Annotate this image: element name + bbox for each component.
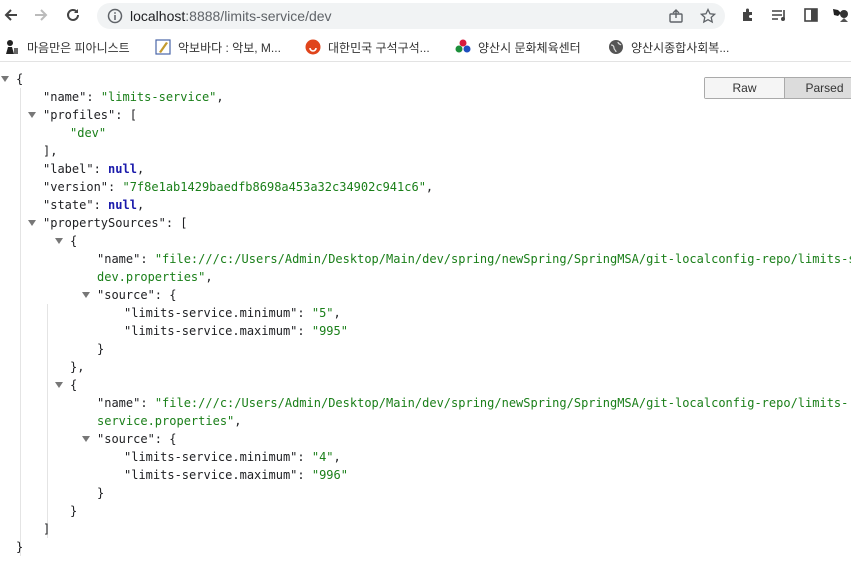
bookmark-label: 마음만은 피아니스트	[27, 40, 130, 55]
view-toggle: Raw Parsed	[704, 77, 851, 99]
info-icon[interactable]	[107, 8, 123, 24]
json-line-source: "source": {	[97, 432, 177, 446]
collapse-triangle-icon[interactable]	[55, 382, 63, 388]
collapse-triangle-icon[interactable]	[55, 238, 63, 244]
json-line-property-sources: "propertySources": [	[43, 216, 188, 230]
indent-guide	[20, 88, 21, 556]
json-line-maximum: "limits-service.maximum": "995"	[124, 324, 348, 338]
address-bar[interactable]: localhost:8888/limits-service/dev	[97, 3, 725, 29]
json-line-maximum: "limits-service.maximum": "996"	[124, 468, 348, 482]
json-line-name: "name": "limits-service",	[43, 90, 224, 104]
json-line-profiles: "profiles": [	[43, 108, 137, 122]
bookmarks-bar: 마음만은 피아니스트 악보바다 : 악보, M... 대한민국 구석구석... …	[0, 32, 851, 62]
json-bracket: ],	[43, 144, 58, 158]
json-line-minimum: "limits-service.minimum": "4",	[124, 450, 341, 464]
bookmark-label: 양산시 문화체육센터	[478, 40, 581, 55]
bookmark-item[interactable]: 대한민국 구석구석...	[305, 38, 430, 56]
json-line-source-name-cont: dev.properties",	[97, 270, 213, 284]
reading-list-icon[interactable]	[768, 4, 790, 26]
json-line-minimum: "limits-service.minimum": "5",	[124, 306, 341, 320]
json-line-state: "state": null,	[43, 198, 145, 212]
url-host: localhost	[130, 8, 186, 24]
bookmark-label: 악보바다 : 악보, M...	[178, 40, 281, 55]
json-bracket: ]	[43, 522, 51, 536]
collapse-triangle-icon[interactable]	[82, 436, 90, 442]
red-circle-icon	[305, 39, 321, 55]
share-icon[interactable]	[667, 7, 685, 25]
profile-avatar-icon[interactable]	[830, 4, 851, 26]
bookmark-label: 대한민국 구석구석...	[328, 40, 430, 55]
json-brace: }	[97, 342, 105, 356]
bookmark-item[interactable]: 마음만은 피아니스트	[4, 38, 130, 56]
json-brace: }	[16, 540, 24, 554]
bookmark-label: 양산시종합사회복...	[631, 40, 730, 55]
json-brace: {	[70, 378, 78, 392]
json-brace: }	[70, 504, 78, 518]
json-line-source-name-cont: service.properties",	[97, 414, 242, 428]
pen-icon	[155, 39, 171, 55]
indent-guide	[47, 304, 48, 538]
collapse-triangle-icon[interactable]	[28, 220, 36, 226]
raw-button[interactable]: Raw	[705, 78, 784, 98]
star-icon[interactable]	[699, 7, 717, 25]
extensions-puzzle-icon[interactable]	[737, 4, 759, 26]
back-arrow-icon[interactable]	[0, 4, 22, 26]
bookmark-item[interactable]: 악보바다 : 악보, M...	[155, 38, 281, 56]
forward-arrow-icon[interactable]	[30, 4, 52, 26]
flower-icon	[455, 39, 471, 55]
collapse-triangle-icon[interactable]	[28, 112, 36, 118]
reload-icon[interactable]	[62, 4, 84, 26]
url-text[interactable]: localhost:8888/limits-service/dev	[130, 8, 332, 24]
json-brace: },	[70, 360, 85, 374]
json-line-source-name: "name": "file:///c:/Users/Admin/Desktop/…	[97, 252, 851, 266]
url-path: :8888/limits-service/dev	[185, 8, 332, 24]
person-icon	[4, 39, 20, 55]
json-line-profile-item: "dev"	[70, 126, 107, 140]
side-panel-icon[interactable]	[800, 4, 822, 26]
json-brace: }	[97, 486, 105, 500]
collapse-triangle-icon[interactable]	[1, 76, 9, 82]
json-line-version: "version": "7f8e1ab1429baedfb8698a453a32…	[43, 180, 434, 194]
parsed-button[interactable]: Parsed	[784, 78, 851, 98]
json-line-label: "label": null,	[43, 162, 145, 176]
json-brace: {	[16, 72, 24, 86]
bookmark-item[interactable]: 양산시 문화체육센터	[455, 38, 581, 56]
json-brace: {	[70, 234, 78, 248]
globe-icon	[608, 39, 624, 55]
json-line-source-name: "name": "file:///c:/Users/Admin/Desktop/…	[97, 396, 849, 410]
browser-toolbar: localhost:8888/limits-service/dev	[0, 0, 851, 31]
collapse-triangle-icon[interactable]	[82, 292, 90, 298]
json-line-source: "source": {	[97, 288, 177, 302]
bookmark-item[interactable]: 양산시종합사회복...	[608, 38, 729, 56]
